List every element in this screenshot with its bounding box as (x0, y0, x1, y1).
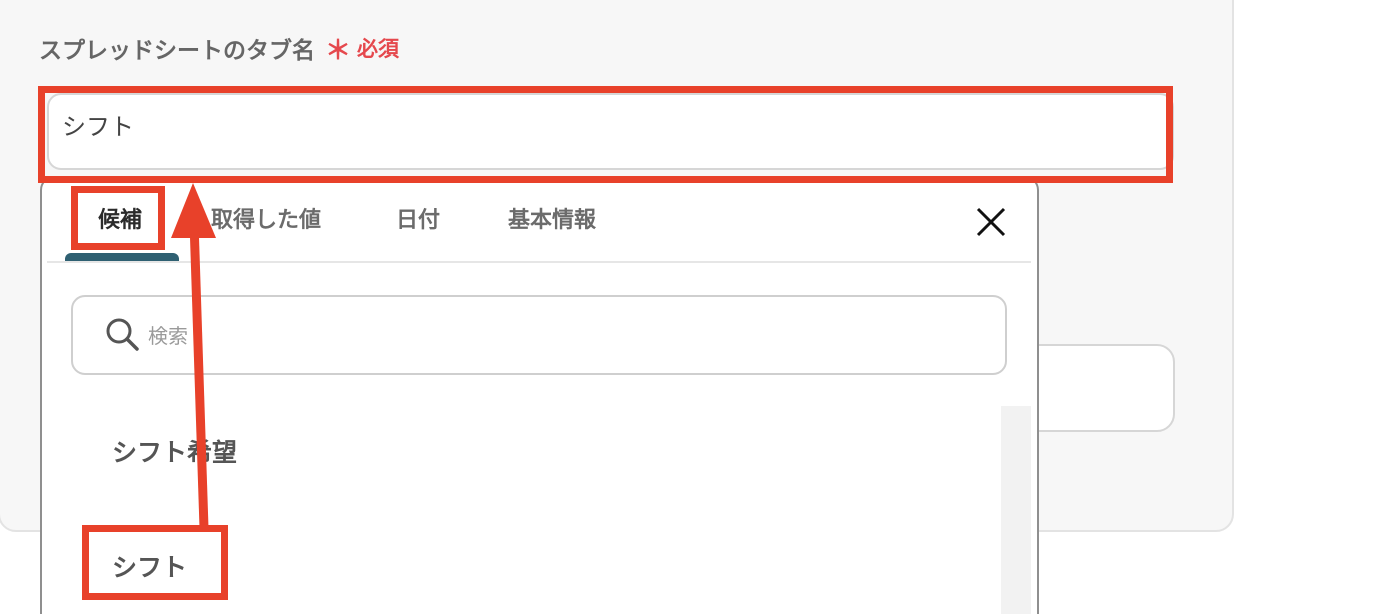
search-icon (106, 318, 139, 351)
field-label: スプレッドシートのタブ名 ＊ 必須 (39, 31, 400, 66)
tab-acquired-values[interactable]: 取得した値 (211, 203, 321, 239)
required-star-icon: ＊ (325, 35, 352, 66)
scrollbar[interactable] (1001, 406, 1031, 614)
tab-name-input[interactable] (47, 93, 1174, 170)
tab-name-input-value: シフト (62, 113, 134, 141)
tab-basic-info[interactable]: 基本情報 (508, 203, 596, 239)
suggestion-dropdown (40, 176, 1039, 614)
close-icon (976, 207, 1006, 237)
close-button[interactable] (973, 204, 1009, 240)
required-badge: 必須 (357, 37, 400, 61)
option-shift-request[interactable]: シフト希望 (112, 433, 237, 473)
option-shift[interactable]: シフト (112, 548, 187, 588)
tab-candidates[interactable]: 候補 (98, 203, 142, 239)
field-label-text: スプレッドシートのタブ名 (39, 38, 315, 64)
tab-date[interactable]: 日付 (396, 203, 440, 239)
page: スプレッドシートのタブ名 ＊ 必須 シフト 候補 取得した値 日付 基本情報 シ… (0, 0, 1399, 614)
tabs-divider (47, 261, 1031, 263)
search-input[interactable] (148, 318, 968, 354)
